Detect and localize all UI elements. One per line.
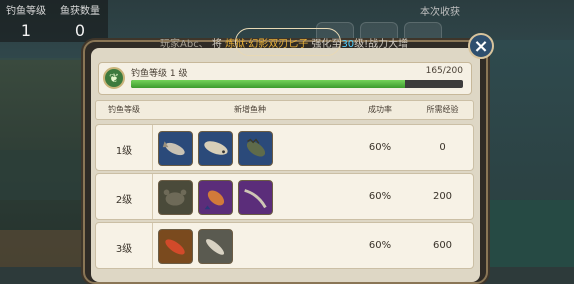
hud-fishing-level: 钓鱼等级 1: [4, 2, 48, 40]
row-level: 2级: [115, 195, 133, 206]
row-success-rate: 60%: [368, 240, 392, 251]
exp-progress-fill: [131, 80, 405, 88]
row-exp: 600: [432, 240, 453, 251]
notice-level: 30: [341, 39, 355, 50]
crab-icon[interactable]: [158, 180, 193, 215]
column-divider: [152, 223, 153, 268]
notice-suffix: 级!战力大增: [354, 39, 409, 50]
red-fish-icon[interactable]: [158, 229, 193, 264]
hud-fishing-level-value: 1: [20, 21, 32, 40]
level-progress-text: 165/200: [425, 66, 463, 76]
column-divider: [152, 174, 153, 219]
fishing-level-progress: ❦ 钓鱼等级 1 级 165/200: [98, 62, 472, 95]
hud-fish-count-value: 0: [74, 21, 86, 40]
silver-fish-icon[interactable]: [158, 131, 193, 166]
header-level: 钓鱼等级: [108, 105, 140, 114]
exp-progress-track: [131, 80, 463, 88]
highlight-oval: [235, 28, 341, 56]
header-new-fish: 新增鱼种: [234, 105, 266, 114]
row-success-rate: 60%: [368, 142, 392, 153]
notice-prefix: 玩家Abc、: [160, 39, 209, 50]
row-success-rate: 60%: [368, 191, 392, 202]
flatfish-icon[interactable]: [198, 131, 233, 166]
spiny-fish-icon[interactable]: [238, 131, 273, 166]
table-row: 2级 60% 200: [95, 173, 474, 220]
table-row: 3级 60% 600: [95, 222, 474, 269]
hud-fish-count-label: 鱼获数量: [60, 6, 100, 17]
header-success-rate: 成功率: [368, 105, 392, 114]
table-header: 钓鱼等级 新增鱼种 成功率 所需经验: [95, 100, 474, 120]
hud-fishing-level-label: 钓鱼等级: [6, 6, 46, 17]
harvest-label: 本次收获: [420, 7, 460, 18]
header-exp-required: 所需经验: [426, 105, 459, 114]
fishing-leaf-icon: ❦: [103, 67, 125, 89]
row-level: 3级: [115, 244, 133, 255]
purple-fish-icon[interactable]: [198, 180, 233, 215]
hud-fish-count: 鱼获数量 0: [58, 2, 102, 40]
close-icon: ×: [473, 36, 489, 57]
close-button[interactable]: ×: [468, 33, 494, 59]
row-exp: 0: [439, 142, 446, 153]
row-level: 1级: [115, 146, 133, 157]
table-row: 1级 60% 0: [95, 124, 474, 171]
silver-fish-icon[interactable]: [198, 229, 233, 264]
fishing-level-text: 钓鱼等级 1 级: [131, 69, 188, 79]
column-divider: [152, 125, 153, 170]
notice-verb: 将: [211, 39, 222, 50]
row-exp: 200: [432, 191, 453, 202]
eel-icon[interactable]: [238, 180, 273, 215]
